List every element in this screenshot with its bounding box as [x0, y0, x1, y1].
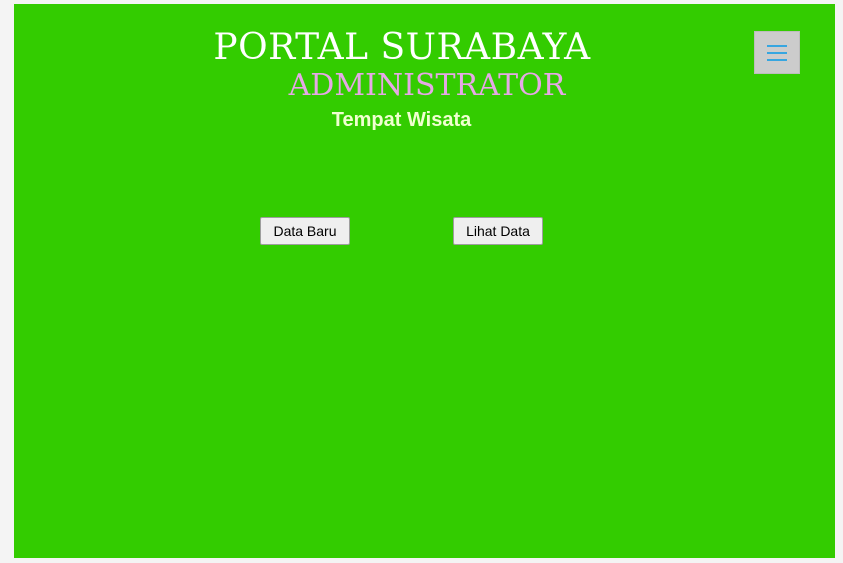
page-title: PORTAL SURABAYA — [213, 27, 591, 68]
page-subtitle: ADMINISTRATOR — [288, 68, 566, 103]
hamburger-icon — [767, 58, 787, 61]
section-heading: Tempat Wisata — [331, 109, 472, 131]
hamburger-icon — [767, 51, 787, 54]
menu-button[interactable] — [754, 31, 800, 74]
main-panel: PORTAL SURABAYA ADMINISTRATOR Tempat Wis… — [14, 4, 835, 558]
new-data-button[interactable]: Data Baru — [260, 217, 350, 245]
hamburger-icon — [767, 44, 787, 47]
view-data-button[interactable]: Lihat Data — [453, 217, 543, 245]
